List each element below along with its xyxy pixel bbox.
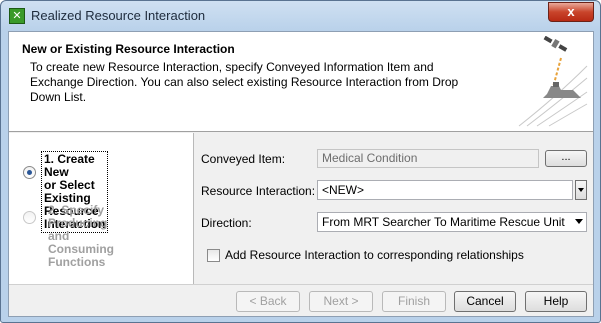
step-2-radio xyxy=(23,211,36,224)
title-bar: ✕ Realized Resource Interaction x xyxy=(1,1,600,31)
conveyed-item-field[interactable]: Medical Condition xyxy=(317,149,539,168)
resource-interaction-combo[interactable]: <NEW> xyxy=(317,180,573,200)
step-1-radio[interactable] xyxy=(23,166,36,179)
add-to-relationships-label[interactable]: Add Resource Interaction to correspondin… xyxy=(225,248,524,262)
header-description: To create new Resource Interaction, spec… xyxy=(30,60,459,104)
direction-label: Direction: xyxy=(201,216,252,230)
dialog-window: ✕ Realized Resource Interaction x New or… xyxy=(0,0,601,323)
satellite-ship-icon xyxy=(518,36,588,127)
resource-interaction-label: Resource Interaction: xyxy=(201,184,316,198)
step-1-label-line-1: 1. Create New xyxy=(44,152,95,179)
app-icon: ✕ xyxy=(9,8,25,24)
step-2-label-line-2: Consuming Functions xyxy=(48,242,114,269)
step-1-label-line-2: or Select Existing xyxy=(44,178,95,205)
help-button[interactable]: Help xyxy=(525,291,587,312)
resource-interaction-value: <NEW> xyxy=(322,183,365,197)
finish-button[interactable]: Finish xyxy=(382,291,446,312)
dialog-client-area: New or Existing Resource Interaction To … xyxy=(8,31,594,317)
header-title: New or Existing Resource Interaction xyxy=(22,42,235,56)
resource-interaction-dropdown-button[interactable] xyxy=(575,180,587,200)
back-button[interactable]: < Back xyxy=(236,291,300,312)
direction-select[interactable]: From MRT Searcher To Maritime Rescue Uni… xyxy=(317,212,587,232)
window-title: Realized Resource Interaction xyxy=(31,8,206,23)
wizard-steps-panel: 1. Create New or Select Existing Resourc… xyxy=(9,133,194,284)
step-2-label-line-1: 2. Specify Producing and xyxy=(48,203,108,243)
conveyed-item-label: Conveyed Item: xyxy=(201,152,286,166)
direction-value: From MRT Searcher To Maritime Rescue Uni… xyxy=(322,215,565,229)
cancel-button[interactable]: Cancel xyxy=(454,291,516,312)
add-to-relationships-checkbox[interactable] xyxy=(207,249,220,262)
conveyed-item-browse-button[interactable]: ... xyxy=(545,150,587,167)
step-2-label: 2. Specify Producing and Consuming Funct… xyxy=(48,204,114,269)
chevron-down-icon xyxy=(575,219,583,224)
chevron-down-icon xyxy=(578,188,584,192)
button-bar: < Back Next > Finish Cancel Help xyxy=(9,284,593,316)
close-button[interactable]: x xyxy=(548,2,594,22)
next-button[interactable]: Next > xyxy=(309,291,373,312)
wizard-header: New or Existing Resource Interaction To … xyxy=(9,32,593,132)
resource-interaction-form: Conveyed Item: Medical Condition ... Res… xyxy=(195,133,593,284)
